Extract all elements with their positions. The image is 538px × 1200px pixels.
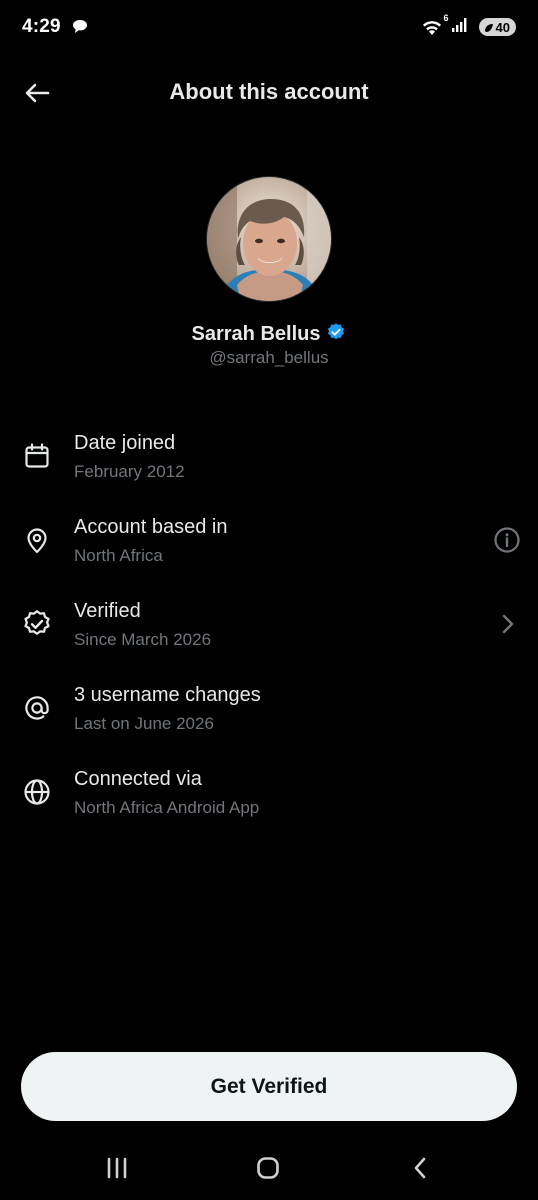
info-row-date-joined: Date joined February 2012 bbox=[0, 415, 538, 499]
battery-indicator: 40 bbox=[478, 18, 516, 36]
status-indicators: 6 40 bbox=[421, 13, 516, 38]
verified-badge-icon bbox=[22, 609, 52, 639]
signal-icon bbox=[451, 17, 469, 38]
get-verified-button[interactable]: Get Verified bbox=[21, 1052, 517, 1121]
info-row-account-based-in: Account based in North Africa bbox=[0, 499, 538, 583]
wifi-icon: 6 bbox=[421, 13, 449, 38]
at-sign-icon bbox=[22, 693, 52, 723]
status-time: 4:29 bbox=[22, 16, 61, 37]
info-row-connected-via: Connected via North Africa Android App bbox=[0, 751, 538, 835]
location-pin-icon bbox=[22, 525, 52, 555]
profile-photo bbox=[207, 177, 331, 301]
about-account-screen: 4:29 6 40 About this account Sarrah Bell… bbox=[0, 0, 538, 1200]
wifi-badge: 6 bbox=[443, 13, 449, 23]
profile-handle: @sarrah_bellus bbox=[209, 348, 329, 367]
info-icon[interactable] bbox=[492, 525, 522, 555]
info-title: Connected via bbox=[74, 768, 202, 790]
recent-apps-button[interactable] bbox=[95, 1152, 139, 1184]
recent-apps-icon bbox=[107, 1157, 127, 1179]
info-subtitle: North Africa Android App bbox=[74, 798, 260, 817]
profile-name-row: Sarrah Bellus bbox=[0, 322, 538, 347]
info-subtitle: Last on June 2026 bbox=[74, 714, 214, 733]
back-chevron-icon bbox=[414, 1157, 426, 1179]
status-bar: 4:29 6 40 bbox=[0, 0, 538, 56]
info-title: 3 username changes bbox=[74, 684, 261, 706]
home-icon bbox=[257, 1157, 279, 1179]
info-title: Verified bbox=[74, 600, 141, 622]
system-back-button[interactable] bbox=[398, 1152, 442, 1184]
info-row-username-changes: 3 username changes Last on June 2026 bbox=[0, 667, 538, 751]
page-title: About this account bbox=[169, 79, 369, 104]
message-bubble-icon bbox=[72, 19, 88, 39]
avatar[interactable] bbox=[206, 176, 332, 302]
info-title: Date joined bbox=[74, 432, 176, 454]
chevron-right-icon[interactable] bbox=[492, 609, 522, 639]
info-subtitle: North Africa bbox=[74, 546, 163, 565]
info-subtitle: February 2012 bbox=[74, 462, 185, 481]
info-title: Account based in bbox=[74, 516, 228, 538]
battery-saver-icon bbox=[484, 23, 493, 32]
globe-icon bbox=[22, 777, 52, 807]
info-row-verified[interactable]: Verified Since March 2026 bbox=[0, 583, 538, 667]
verified-badge-icon bbox=[326, 322, 346, 347]
top-app-bar: About this account bbox=[0, 62, 538, 122]
calendar-icon bbox=[22, 441, 52, 471]
battery-level: 40 bbox=[495, 19, 510, 35]
system-navigation-bar bbox=[0, 1140, 538, 1200]
info-subtitle: Since March 2026 bbox=[74, 630, 212, 649]
home-button[interactable] bbox=[246, 1152, 290, 1184]
profile-name: Sarrah Bellus bbox=[191, 323, 321, 345]
account-info-list: Date joined February 2012 Account based … bbox=[0, 415, 538, 835]
